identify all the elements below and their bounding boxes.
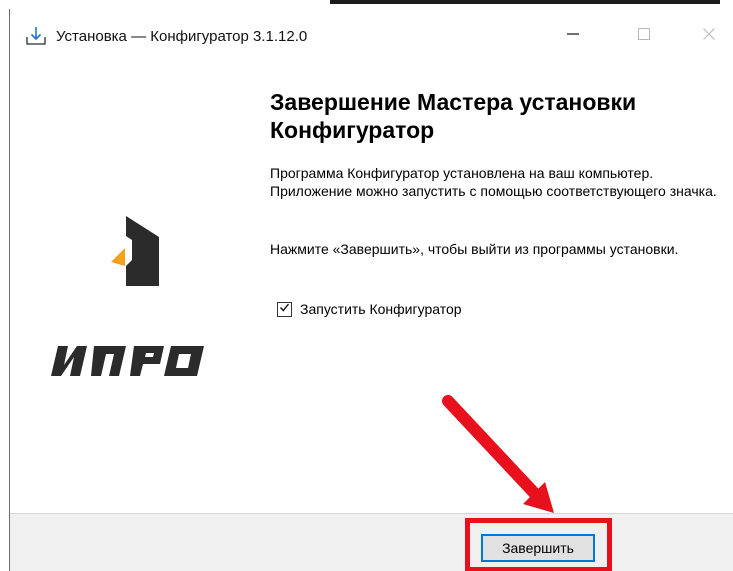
minimize-icon — [566, 27, 580, 46]
company-logo — [50, 343, 210, 379]
finish-instruction: Нажмите «Завершить», чтобы выйти из прог… — [270, 241, 679, 257]
install-download-icon — [24, 24, 48, 48]
button-bar: Завершить — [10, 513, 733, 571]
checkmark-icon — [279, 300, 290, 318]
close-icon — [702, 27, 716, 46]
house-logo-icon — [95, 216, 161, 286]
wizard-banner — [10, 61, 235, 513]
minimize-button[interactable] — [551, 19, 595, 53]
launch-checkbox-row[interactable]: Запустить Конфигуратор — [277, 301, 462, 317]
finish-button[interactable]: Завершить — [481, 534, 595, 562]
maximize-icon — [637, 27, 651, 46]
installer-window: Установка — Конфигуратор 3.1.12.0 Заверш… — [9, 9, 733, 571]
page-title: Завершение Мастера установки Конфигурато… — [270, 89, 637, 143]
completion-message: Программа Конфигуратор установлена на ва… — [270, 165, 717, 199]
launch-checkbox-label: Запустить Конфигуратор — [300, 301, 462, 317]
launch-checkbox[interactable] — [277, 300, 292, 318]
background-window-edge — [330, 0, 720, 4]
maximize-button[interactable] — [622, 19, 666, 53]
title-bar[interactable]: Установка — Конфигуратор 3.1.12.0 — [10, 9, 733, 61]
window-title: Установка — Конфигуратор 3.1.12.0 — [56, 28, 308, 45]
pointer-arrow — [442, 395, 554, 513]
close-button[interactable] — [687, 19, 731, 53]
background-strip — [0, 0, 733, 9]
